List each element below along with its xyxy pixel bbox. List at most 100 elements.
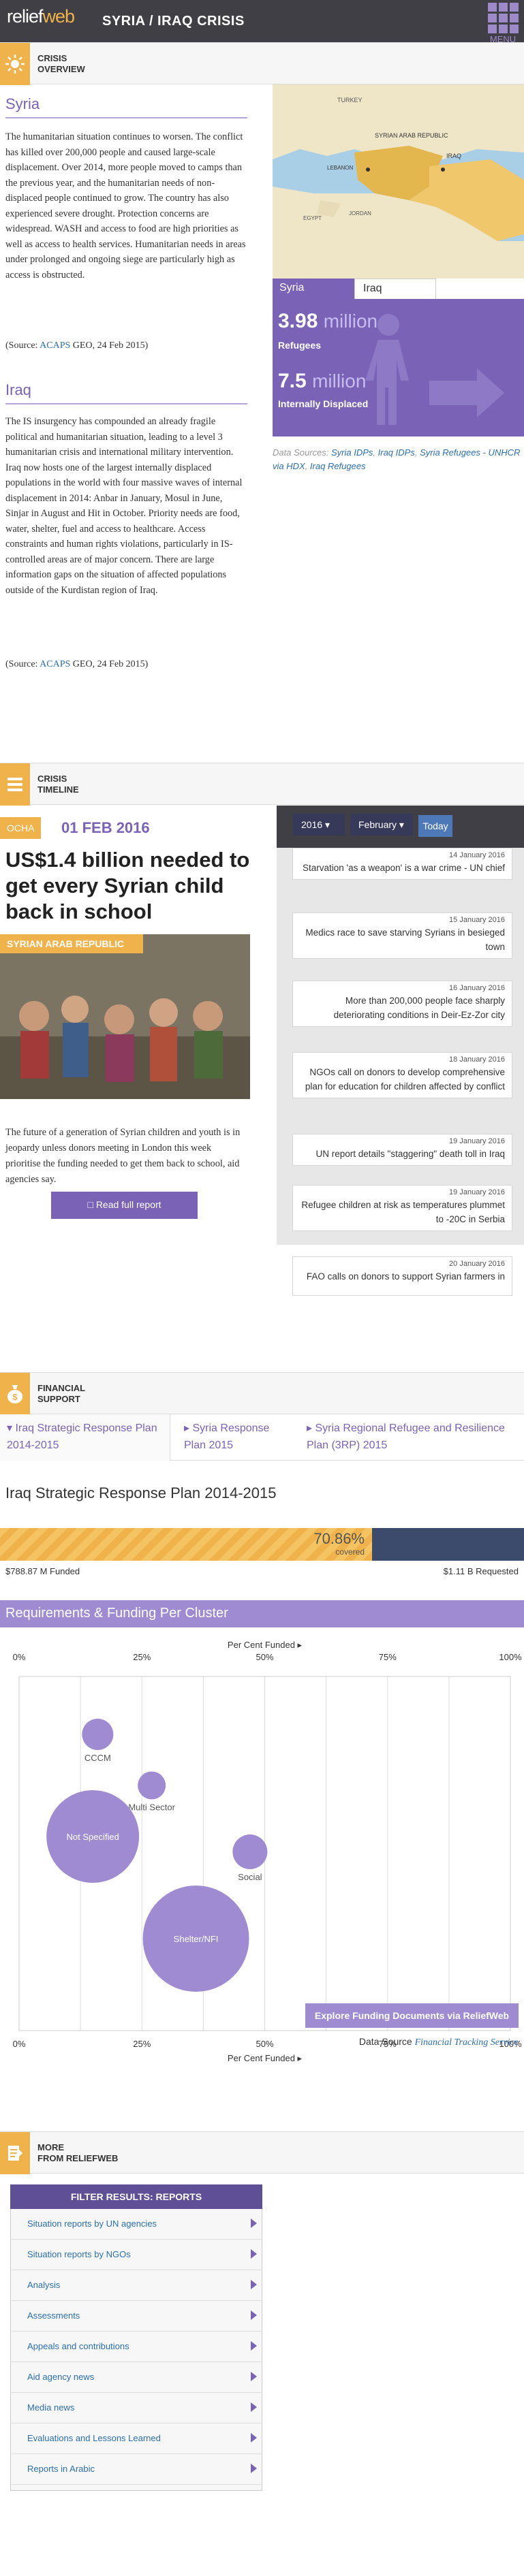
filter-item[interactable]: Analysis (10, 2270, 262, 2301)
map-label-lebanon: LEBANON (327, 165, 354, 171)
map-label-egypt: EGYPT (303, 215, 322, 221)
syria-heading: Syria (5, 95, 247, 118)
requested-amount: $1.11 B Requested (443, 1566, 519, 1576)
site-header: reliefweb SYRIA / IRAQ CRISIS MENU (0, 0, 524, 44)
link-syria-idps[interactable]: Syria IDPs (331, 447, 373, 458)
cluster-label: Not Specified (66, 1832, 119, 1842)
cluster-bubble-chart: 0%0%25%25%50%50%75%75%100%100% Per Cent … (13, 1640, 522, 2063)
reliefweb-logo[interactable]: reliefweb (7, 6, 75, 27)
funded-amount: $788.87 M Funded (5, 1566, 80, 1576)
funding-data-source: Data Source Financial Tracking Service (358, 2036, 519, 2048)
x-tick-label: 75% (379, 1652, 397, 1662)
syria-overview-text: The humanitarian situation continues to … (5, 131, 246, 281)
timeline-item[interactable]: 19 January 2016 Refugee children at risk … (292, 1185, 512, 1231)
iraq-overview-text: The IS insurgency has compounded an alre… (5, 416, 243, 596)
timeline-icon (0, 763, 30, 806)
sun-icon (0, 43, 30, 85)
plan-tabs: ▾ Iraq Strategic Response Plan 2014-2015… (0, 1414, 524, 1461)
section-subtitle: FROM RELIEFWEB (37, 2153, 119, 2163)
cluster-bubble[interactable] (138, 1771, 166, 1800)
filter-item[interactable]: Situation reports by NGOs (10, 2240, 262, 2270)
map-label-syria: SYRIAN ARAB REPUBLIC (375, 132, 448, 139)
filter-item-label: Aid agency news (27, 2372, 95, 2382)
cluster-label: CCCM (84, 1753, 111, 1763)
arrow-right-icon (251, 2219, 257, 2228)
idp-label: Internally Displaced (278, 398, 369, 409)
section-subtitle: OVERVIEW (37, 64, 85, 74)
tab-syria[interactable]: Syria (273, 279, 354, 299)
x-tick-label: 50% (256, 2039, 273, 2049)
tab-iraq[interactable]: Iraq (354, 279, 436, 299)
story-photo (0, 934, 250, 1099)
refugees-count: 3.98 million (278, 310, 378, 332)
year-select[interactable]: 2016 ▾ (293, 814, 345, 836)
timeline-item[interactable]: 19 January 2016 UN report details "stagge… (292, 1134, 512, 1166)
cluster-bubble[interactable] (82, 1719, 114, 1750)
arrow-right-icon (251, 2341, 257, 2351)
grid-icon (488, 3, 520, 33)
source-tag: OCHA (0, 817, 41, 839)
tab-syria-3rp[interactable]: ▸ Syria Regional Refugee and Resilience … (307, 1420, 511, 1454)
x-axis-label-bottom: Per Cent Funded ▸ (228, 2053, 303, 2063)
story-date: 01 FEB 2016 (61, 819, 150, 836)
read-full-report-button[interactable]: □ Read full report (51, 1192, 198, 1219)
filter-item[interactable]: Appeals and contributions (10, 2332, 262, 2362)
timeline-item[interactable]: 20 January 2016 FAO calls on donors to su… (292, 1256, 512, 1296)
acaps-link[interactable]: ACAPS (40, 659, 70, 669)
map-label-iraq: IRAQ (446, 153, 462, 159)
x-tick-label: 100% (499, 1652, 522, 1662)
cluster-label: Shelter/NFI (174, 1934, 219, 1944)
arrow-right-icon (251, 2310, 257, 2320)
map-label-turkey: TURKEY (337, 97, 363, 104)
filter-item[interactable]: Media news (10, 2393, 262, 2423)
cluster-bubble[interactable] (232, 1834, 268, 1869)
x-tick-label: 0% (13, 2039, 26, 2049)
country-tag[interactable]: SYRIAN ARAB REPUBLIC (0, 934, 143, 953)
iraq-heading: Iraq (5, 381, 247, 404)
filter-item-label: Situation reports by UN agencies (27, 2219, 157, 2229)
filter-item-label: Media news (27, 2402, 75, 2413)
timeline-item[interactable]: 18 January 2016 NGOs call on donors to de… (292, 1052, 512, 1098)
timeline-item[interactable]: 14 January 2016 Starvation 'as a weapon' … (292, 848, 512, 880)
svg-text:$: $ (12, 1392, 18, 1402)
story-headline[interactable]: US$1.4 billion needed to get every Syria… (5, 847, 251, 925)
acaps-link[interactable]: ACAPS (40, 340, 70, 351)
explore-funding-button[interactable]: Explore Funding Documents via ReliefWeb (305, 2003, 519, 2028)
filter-item-label: Situation reports by NGOs (27, 2249, 131, 2259)
filter-item[interactable]: Aid agency news (10, 2362, 262, 2393)
today-button[interactable]: Today (418, 815, 452, 837)
document-edit-icon (0, 2132, 30, 2174)
requirements-heading: Requirements & Funding Per Cluster (0, 1600, 524, 1627)
section-title: CRISIS (37, 53, 67, 63)
money-bag-icon: $ (0, 1373, 30, 1415)
crisis-map[interactable]: TURKEY SYRIAN ARAB REPUBLIC LEBANON IRAQ… (273, 84, 524, 279)
menu-button[interactable]: MENU (486, 1, 520, 44)
section-subtitle: TIMELINE (37, 784, 79, 795)
story-summary: The future of a generation of Syrian chi… (5, 1127, 241, 1185)
filter-item[interactable]: Situation reports by UN agencies (10, 2209, 262, 2240)
month-select[interactable]: February ▾ (350, 814, 413, 836)
section-financial-support: $ FINANCIAL SUPPORT (0, 1372, 524, 1415)
filter-item[interactable]: Evaluations and Lessons Learned (10, 2423, 262, 2454)
section-title: MORE (37, 2142, 64, 2152)
timeline-item[interactable]: 16 January 2016 More than 200,000 people … (292, 981, 512, 1027)
plan-title: Iraq Strategic Response Plan 2014-2015 (5, 1484, 277, 1501)
section-crisis-overview: CRISIS OVERVIEW (0, 42, 524, 85)
tab-iraq-srp[interactable]: ▾ Iraq Strategic Response Plan 2014-2015 (7, 1420, 164, 1454)
fts-link[interactable]: Financial Tracking Service (415, 2037, 519, 2048)
displacement-stats: 3.98 million Refugees 7.5 million Intern… (273, 299, 524, 436)
section-subtitle: SUPPORT (37, 1394, 80, 1404)
arrow-right-icon (251, 2464, 257, 2473)
link-iraq-idps[interactable]: Iraq IDPs (378, 447, 415, 458)
filter-item-label: Evaluations and Lessons Learned (27, 2433, 161, 2443)
filter-item-label: Appeals and contributions (27, 2341, 129, 2351)
document-icon: □ (87, 1199, 93, 1210)
link-iraq-refugees[interactable]: Iraq Refugees (310, 461, 366, 471)
timeline-item[interactable]: 15 January 2016 Medics race to save starv… (292, 912, 512, 959)
filter-heading: FILTER RESULTS: REPORTS (10, 2184, 262, 2209)
refugees-label: Refugees (278, 340, 322, 351)
filter-item[interactable]: Assessments (10, 2301, 262, 2332)
tab-syria-rp[interactable]: ▸ Syria Response Plan 2015 (184, 1420, 293, 1454)
filter-item[interactable]: Reports in Arabic (10, 2454, 262, 2485)
page-title: SYRIA / IRAQ CRISIS (102, 14, 245, 29)
